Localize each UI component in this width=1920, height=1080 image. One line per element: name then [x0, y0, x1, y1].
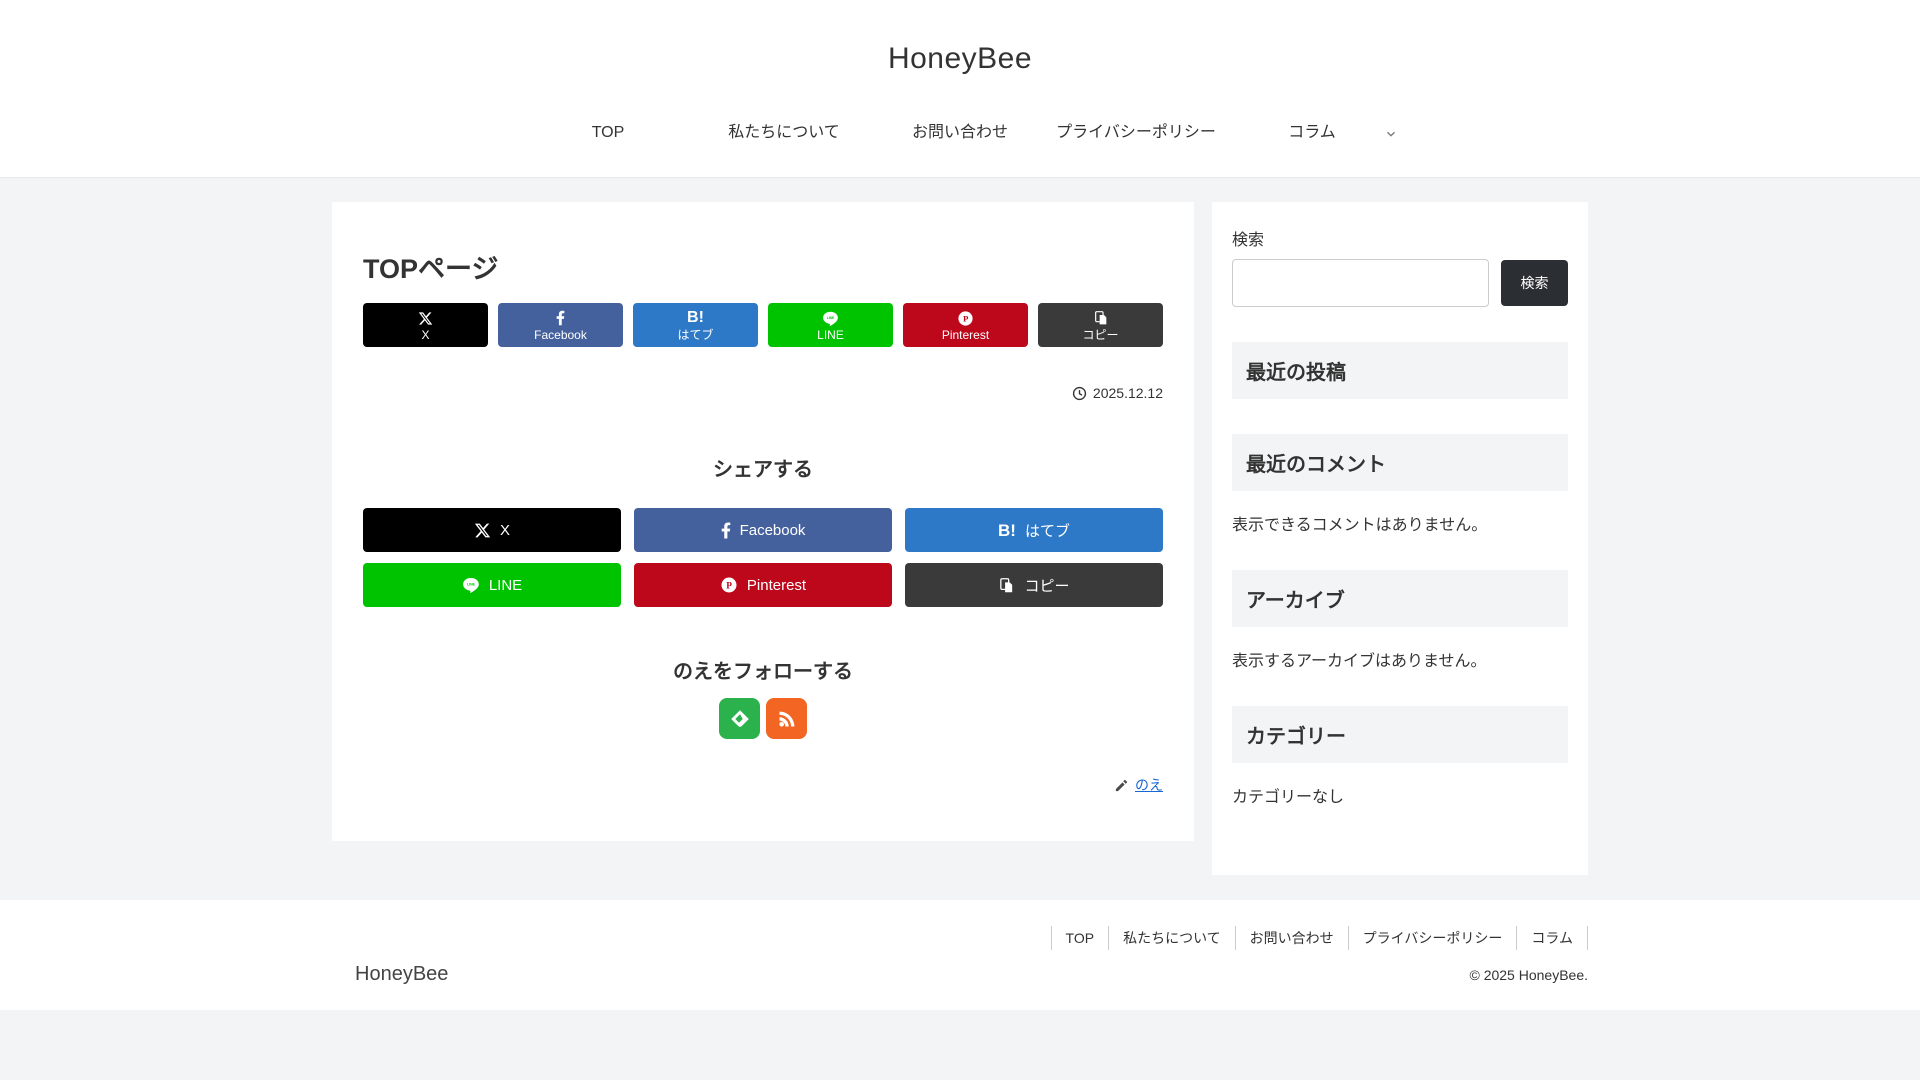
widget-title: アーカイブ [1232, 570, 1568, 627]
share-x-button[interactable]: X [363, 508, 621, 553]
svg-text:P: P [963, 313, 969, 323]
hatena-icon: B! [687, 309, 704, 327]
footer-nav-top[interactable]: TOP [1050, 926, 1109, 951]
line-icon: LINE [462, 576, 480, 594]
copyright-text: © 2025 HoneyBee. [1469, 966, 1588, 983]
widget-archive: アーカイブ 表示するアーカイブはありません。 [1232, 570, 1568, 671]
share-line-button[interactable]: LINE LINE [363, 563, 621, 608]
author-link[interactable]: のえ [1135, 775, 1163, 795]
footer-nav-contact[interactable]: お問い合わせ [1234, 926, 1348, 951]
share-button-label: Facebook [534, 327, 587, 342]
share-button-label: コピー [1024, 577, 1070, 595]
facebook-icon [556, 310, 565, 327]
share-button-label: X [499, 521, 510, 539]
x-icon [418, 310, 433, 327]
widget-title: 最近のコメント [1232, 434, 1568, 491]
widget-body: 表示するアーカイブはありません。 [1232, 653, 1487, 670]
site-title[interactable]: HoneyBee [0, 42, 1920, 76]
pinterest-icon: P [957, 310, 974, 327]
svg-text:LINE: LINE [827, 316, 835, 320]
svg-text:P: P [726, 581, 732, 591]
footer-nav-about[interactable]: 私たちについて [1108, 926, 1235, 951]
pencil-icon [1115, 779, 1128, 791]
search-label: 検索 [1232, 232, 1265, 249]
widget-title: 最近の投稿 [1232, 342, 1568, 399]
footer-nav-column[interactable]: コラム [1516, 926, 1588, 951]
share-hatena-button[interactable]: B! はてブ [905, 508, 1163, 553]
share-facebook-button[interactable]: Facebook [634, 508, 892, 553]
widget-recent-comments: 最近のコメント 表示できるコメントはありません。 [1232, 434, 1568, 535]
widget-body: 表示できるコメントはありません。 [1232, 517, 1488, 534]
site-footer: TOP 私たちについて お問い合わせ プライバシーポリシー コラム HoneyB… [0, 900, 1920, 1010]
chevron-down-icon [1387, 131, 1395, 137]
footer-site-title[interactable]: HoneyBee [355, 963, 448, 986]
share-facebook-button[interactable]: Facebook [498, 303, 623, 348]
sidebar: 検索 検索 最近の投稿 最近のコメント 表示できるコメントはありません。 アーカ… [1212, 202, 1588, 875]
feedly-button[interactable] [719, 698, 760, 740]
hatena-icon: B! [998, 520, 1016, 540]
follow-buttons [363, 698, 1163, 740]
post-date-text: 2025.12.12 [1092, 385, 1163, 402]
follow-heading: のえをフォローする [673, 661, 853, 684]
author-row: のえ [363, 775, 1163, 795]
nav-item-contact[interactable]: お問い合わせ [872, 122, 1048, 144]
share-line-button[interactable]: LINE LINE [768, 303, 893, 348]
facebook-icon [721, 522, 731, 539]
share-pinterest-button[interactable]: P Pinterest [903, 303, 1028, 348]
share-buttons-top: X Facebook B! はてブ LINE LINE P Pinterest … [363, 303, 1163, 348]
share-button-label: Pinterest [746, 576, 807, 594]
share-copy-button[interactable]: コピー [1038, 303, 1163, 348]
rss-icon [778, 711, 794, 727]
line-icon: LINE [822, 310, 839, 327]
nav-item-column-label: コラム [1288, 124, 1336, 141]
search-button[interactable]: 検索 [1501, 260, 1568, 306]
nav-item-column[interactable]: コラム [1224, 122, 1400, 144]
footer-nav-privacy[interactable]: プライバシーポリシー [1347, 926, 1517, 951]
header-nav: TOP 私たちについて お問い合わせ プライバシーポリシー コラム [0, 122, 1920, 144]
share-hatena-button[interactable]: B! はてブ [633, 303, 758, 348]
site-header: HoneyBee TOP 私たちについて お問い合わせ プライバシーポリシー コ… [0, 0, 1920, 178]
share-button-label: LINE [817, 327, 844, 342]
x-icon [474, 522, 491, 539]
search-form: 検索 [1232, 259, 1568, 307]
search-input[interactable] [1232, 259, 1489, 307]
svg-text:LINE: LINE [467, 583, 476, 587]
widget-recent-posts: 最近の投稿 [1232, 342, 1568, 399]
page-title: TOPページ [363, 254, 499, 284]
feedly-icon [730, 709, 749, 727]
share-button-label: Facebook [739, 521, 806, 539]
widget-body: カテゴリーなし [1232, 789, 1345, 806]
article-card: TOPページ X Facebook B! はてブ LINE LINE P Pin… [332, 202, 1194, 842]
nav-item-privacy[interactable]: プライバシーポリシー [1048, 122, 1224, 144]
copy-icon [998, 577, 1015, 594]
share-button-label: はてブ [677, 327, 714, 342]
share-button-label: はてブ [1024, 522, 1070, 540]
share-button-label: Pinterest [941, 327, 990, 342]
post-date: 2025.12.12 [363, 385, 1163, 401]
copy-icon [1093, 310, 1109, 327]
share-heading: シェアする [713, 459, 813, 482]
rss-button[interactable] [766, 698, 807, 740]
page-body: TOPページ X Facebook B! はてブ LINE LINE P Pin… [332, 202, 1588, 875]
clock-icon [1072, 386, 1087, 400]
footer-nav: TOP 私たちについて お問い合わせ プライバシーポリシー コラム [332, 926, 1588, 951]
share-buttons-bottom: X Facebook B! はてブ LINE LINE P Pinterest … [363, 508, 1163, 608]
share-pinterest-button[interactable]: P Pinterest [634, 563, 892, 608]
share-x-button[interactable]: X [363, 303, 488, 348]
nav-item-about[interactable]: 私たちについて [696, 122, 872, 144]
widget-categories: カテゴリー カテゴリーなし [1232, 706, 1568, 807]
share-copy-button[interactable]: コピー [905, 563, 1163, 608]
share-button-label: コピー [1082, 327, 1119, 342]
pinterest-icon: P [720, 576, 738, 594]
widget-title: カテゴリー [1232, 706, 1568, 763]
share-button-label: LINE [488, 576, 523, 594]
share-button-label: X [421, 327, 430, 342]
nav-item-top[interactable]: TOP [520, 122, 696, 144]
